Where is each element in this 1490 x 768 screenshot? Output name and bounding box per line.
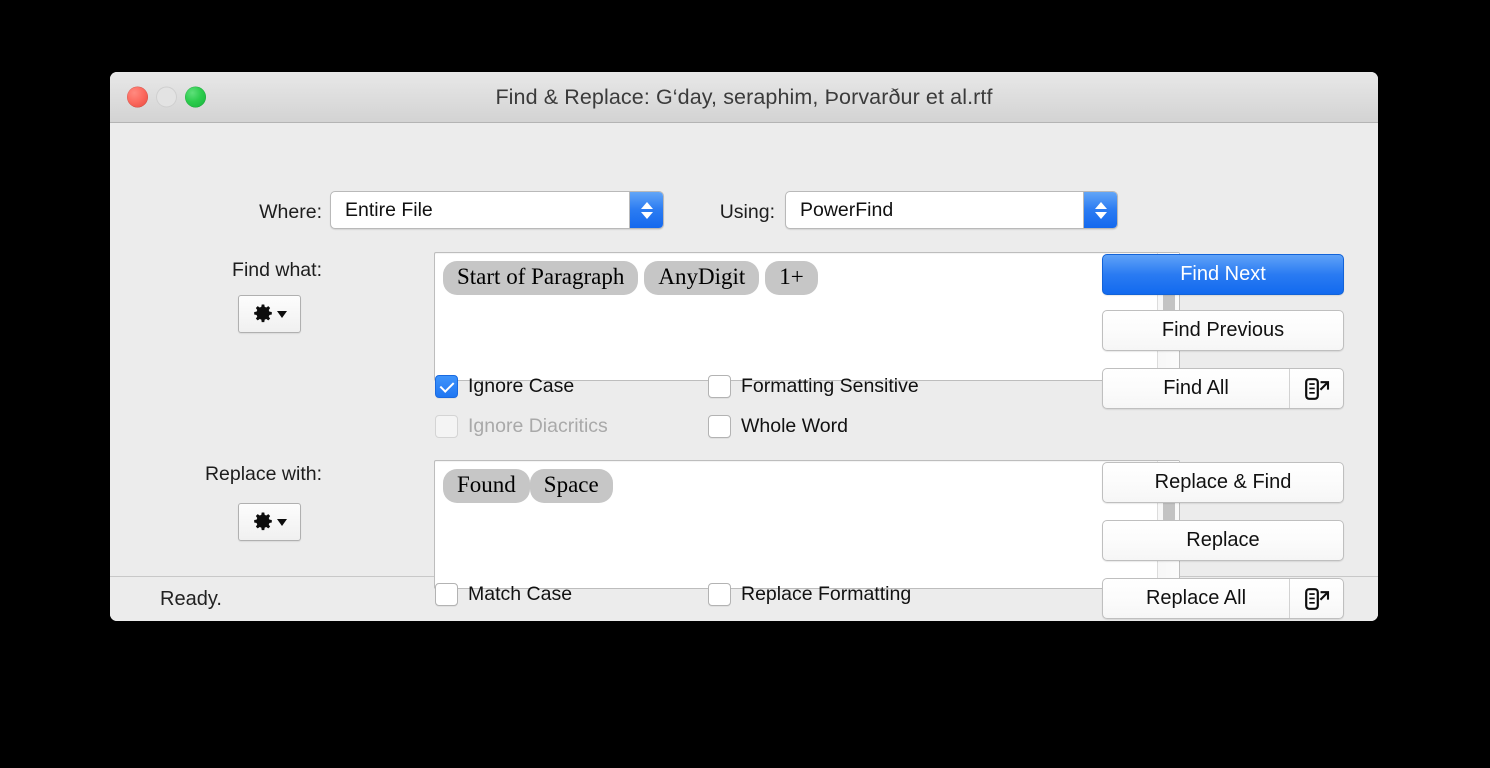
checkbox-box (435, 415, 458, 438)
replace-with-token-area[interactable]: Found Space (435, 461, 1157, 588)
replace-button[interactable]: Replace (1102, 520, 1344, 561)
find-what-token-area[interactable]: Start of Paragraph AnyDigit 1+ (435, 253, 1157, 380)
checkbox-label: Formatting Sensitive (741, 375, 919, 398)
chevron-down-icon (277, 311, 287, 318)
checkbox-formatting-sensitive[interactable]: Formatting Sensitive (708, 375, 919, 398)
where-popup-value: Entire File (331, 199, 629, 222)
find-token[interactable]: AnyDigit (644, 261, 759, 295)
checkbox-box[interactable] (435, 375, 458, 398)
replace-and-find-button[interactable]: Replace & Find (1102, 462, 1344, 503)
gear-icon (252, 303, 274, 325)
replace-and-find-label: Replace & Find (1103, 463, 1343, 502)
checkbox-label: Ignore Case (468, 375, 574, 398)
find-replace-window: Find & Replace: G‘day, seraphim, Þorvarð… (110, 72, 1378, 621)
find-options-gear-button[interactable] (238, 295, 301, 333)
dialog-body: Where: Entire File Using: PowerFind Find… (110, 123, 1378, 576)
replace-all-button[interactable]: Replace All (1102, 578, 1344, 619)
window-title: Find & Replace: G‘day, seraphim, Þorvarð… (110, 85, 1378, 110)
checkbox-label: Ignore Diacritics (468, 415, 608, 438)
replace-label: Replace (1103, 521, 1343, 560)
replace-token[interactable]: Space (530, 469, 613, 503)
chevron-down-icon (277, 519, 287, 526)
window-titlebar: Find & Replace: G‘day, seraphim, Þorvarð… (110, 72, 1378, 123)
checkbox-match-case[interactable]: Match Case (435, 583, 572, 606)
open-in-new-window-icon (1304, 377, 1330, 401)
find-token[interactable]: 1+ (765, 261, 817, 295)
using-popup-button[interactable]: PowerFind (785, 191, 1118, 229)
find-what-label: Find what: (165, 259, 322, 282)
using-label: Using: (685, 201, 775, 224)
find-all-open-window-button[interactable] (1289, 369, 1343, 408)
gear-icon (252, 511, 274, 533)
replace-with-field[interactable]: Found Space (434, 460, 1180, 589)
replace-with-label: Replace with: (130, 463, 322, 486)
find-all-label: Find All (1103, 369, 1289, 408)
chevron-updown-icon (1083, 192, 1117, 228)
checkbox-box[interactable] (708, 583, 731, 606)
where-label: Where: (210, 201, 322, 224)
checkbox-box[interactable] (708, 375, 731, 398)
replace-token[interactable]: Found (443, 469, 530, 503)
using-popup-value: PowerFind (786, 199, 1083, 222)
checkbox-label: Whole Word (741, 415, 848, 438)
find-previous-label: Find Previous (1103, 311, 1343, 350)
status-text: Ready. (160, 588, 222, 611)
chevron-updown-icon (629, 192, 663, 228)
checkbox-ignore-case[interactable]: Ignore Case (435, 375, 574, 398)
where-popup-button[interactable]: Entire File (330, 191, 664, 229)
find-token[interactable]: Start of Paragraph (443, 261, 638, 295)
checkbox-label: Match Case (468, 583, 572, 606)
find-next-button[interactable]: Find Next (1102, 254, 1344, 295)
checkbox-box[interactable] (708, 415, 731, 438)
minimize-button[interactable] (156, 87, 177, 108)
close-button[interactable] (127, 87, 148, 108)
replace-all-label: Replace All (1103, 579, 1289, 618)
checkbox-replace-formatting[interactable]: Replace Formatting (708, 583, 911, 606)
checkbox-label: Replace Formatting (741, 583, 911, 606)
checkbox-ignore-diacritics: Ignore Diacritics (435, 415, 608, 438)
find-what-field[interactable]: Start of Paragraph AnyDigit 1+ (434, 252, 1180, 381)
replace-all-open-window-button[interactable] (1289, 579, 1343, 618)
checkbox-whole-word[interactable]: Whole Word (708, 415, 848, 438)
checkbox-box[interactable] (435, 583, 458, 606)
find-all-button[interactable]: Find All (1102, 368, 1344, 409)
open-in-new-window-icon (1304, 587, 1330, 611)
find-next-label: Find Next (1103, 255, 1343, 294)
traffic-light-group (127, 87, 206, 108)
find-previous-button[interactable]: Find Previous (1102, 310, 1344, 351)
replace-options-gear-button[interactable] (238, 503, 301, 541)
zoom-button[interactable] (185, 87, 206, 108)
